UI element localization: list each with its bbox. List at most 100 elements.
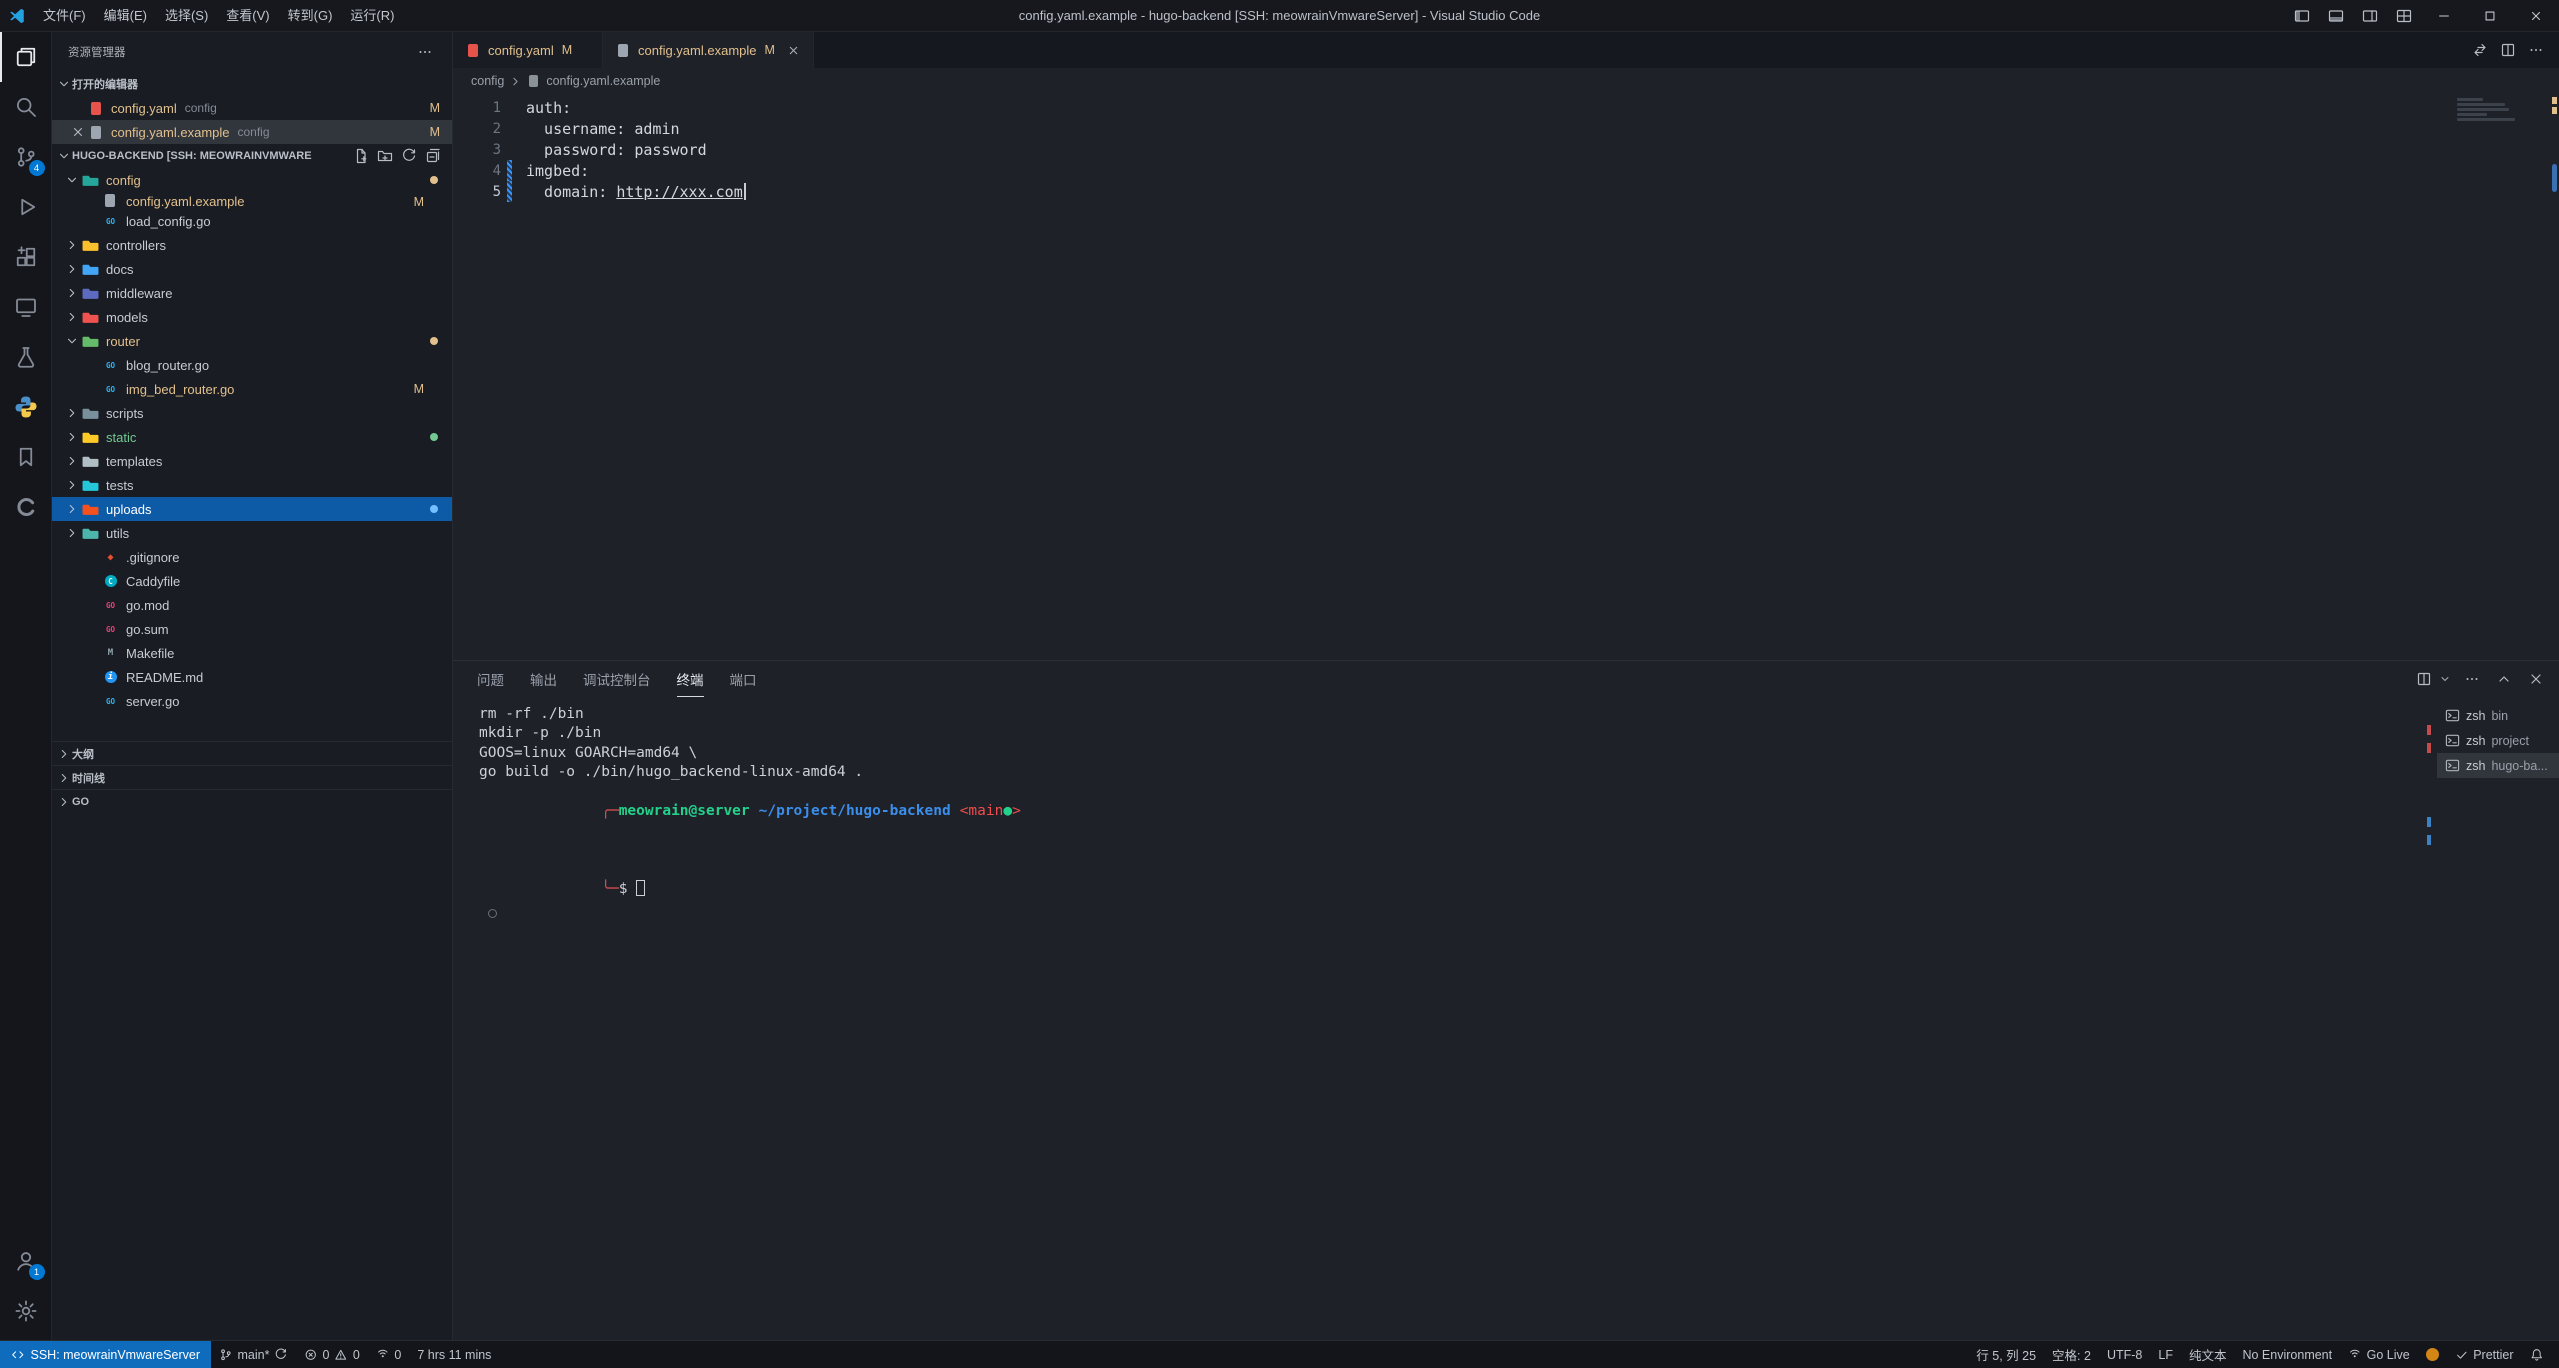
breadcrumb-file[interactable]: config.yaml.example bbox=[546, 74, 660, 88]
terminal-list-item[interactable]: zshbin bbox=[2437, 703, 2559, 728]
tree-item-static[interactable]: static bbox=[52, 425, 452, 449]
minimap[interactable] bbox=[2453, 96, 2545, 123]
wakatime-status[interactable]: 7 hrs 11 mins bbox=[409, 1341, 499, 1368]
minimize-button[interactable] bbox=[2421, 0, 2467, 31]
git-branch-status[interactable]: main* bbox=[211, 1341, 296, 1368]
eol-status[interactable]: LF bbox=[2150, 1341, 2181, 1368]
run-and-debug-icon[interactable] bbox=[0, 182, 52, 232]
terminal-input-line[interactable]: ╰─$ bbox=[479, 841, 2423, 919]
ports-status[interactable]: 0 bbox=[368, 1341, 409, 1368]
tree-item-uploads[interactable]: uploads bbox=[52, 497, 452, 521]
tree-item-caddyfile[interactable]: C Caddyfile bbox=[52, 569, 452, 593]
tree-item-config-yaml-example[interactable]: config.yaml.example M bbox=[52, 192, 452, 209]
source-control-icon[interactable]: 4 bbox=[0, 132, 52, 182]
menu-file[interactable]: 文件(F) bbox=[34, 0, 95, 32]
tab-output[interactable]: 输出 bbox=[530, 661, 557, 697]
language-mode-status[interactable]: 纯文本 bbox=[2181, 1341, 2235, 1368]
tree-item-load-config-go[interactable]: GO load_config.go bbox=[52, 209, 452, 233]
new-folder-icon[interactable] bbox=[374, 145, 396, 167]
menu-view[interactable]: 查看(V) bbox=[217, 0, 278, 32]
menu-goto[interactable]: 转到(G) bbox=[279, 0, 342, 32]
close-panel-icon[interactable] bbox=[2525, 668, 2547, 690]
toggle-panel-icon[interactable] bbox=[2319, 0, 2353, 31]
panel-more-actions-icon[interactable] bbox=[2461, 668, 2483, 690]
terminal-list-item[interactable]: zshhugo-ba... bbox=[2437, 753, 2559, 778]
toggle-primary-sidebar-icon[interactable] bbox=[2285, 0, 2319, 31]
menu-run[interactable]: 运行(R) bbox=[341, 0, 403, 32]
explorer-more-actions-icon[interactable] bbox=[414, 41, 436, 63]
environment-status[interactable]: No Environment bbox=[2234, 1341, 2340, 1368]
remote-indicator[interactable]: SSH: meowrainVmwareServer bbox=[0, 1341, 211, 1368]
go-live-status[interactable]: Go Live bbox=[2340, 1341, 2418, 1368]
tree-item-blog-router-go[interactable]: GO blog_router.go bbox=[52, 353, 452, 377]
menu-edit[interactable]: 编辑(E) bbox=[95, 0, 156, 32]
tab-config-yaml-example[interactable]: config.yaml.example M bbox=[603, 32, 814, 68]
open-changes-icon[interactable] bbox=[2469, 39, 2491, 61]
collapse-all-icon[interactable] bbox=[422, 145, 444, 167]
extensions-icon[interactable] bbox=[0, 232, 52, 282]
c-ring-icon[interactable] bbox=[0, 482, 52, 532]
tree-item-models[interactable]: models bbox=[52, 305, 452, 329]
close-icon[interactable] bbox=[785, 41, 803, 59]
prettier-status[interactable]: Prettier bbox=[2447, 1341, 2522, 1368]
extension-status-icon[interactable] bbox=[2418, 1341, 2447, 1368]
tree-item-controllers[interactable]: controllers bbox=[52, 233, 452, 257]
split-editor-icon[interactable] bbox=[2497, 39, 2519, 61]
tree-item-makefile[interactable]: M Makefile bbox=[52, 641, 452, 665]
tree-item-config[interactable]: config bbox=[52, 168, 452, 192]
tree-item-gitignore[interactable]: ◆ .gitignore bbox=[52, 545, 452, 569]
url-link[interactable]: http://xxx.com bbox=[616, 183, 742, 201]
open-editors-header[interactable]: 打开的编辑器 bbox=[52, 72, 452, 96]
more-actions-icon[interactable] bbox=[2525, 39, 2547, 61]
timeline-section-header[interactable]: 时间线 bbox=[52, 765, 452, 789]
settings-gear-icon[interactable] bbox=[0, 1286, 52, 1336]
open-editor-item[interactable]: config.yaml.example config M bbox=[52, 120, 452, 144]
tab-config-yaml[interactable]: config.yaml M bbox=[453, 32, 603, 68]
terminal-output[interactable]: rm -rf ./bin mkdir -p ./bin GOOS=linux G… bbox=[453, 697, 2423, 1340]
tree-item-templates[interactable]: templates bbox=[52, 449, 452, 473]
tree-item-router[interactable]: router bbox=[52, 329, 452, 353]
workspace-section-header[interactable]: HUGO-BACKEND [SSH: MEOWRAINVMWARE... bbox=[52, 144, 452, 168]
toggle-secondary-sidebar-icon[interactable] bbox=[2353, 0, 2387, 31]
cursor-position-status[interactable]: 行 5, 列 25 bbox=[1968, 1341, 2044, 1368]
split-terminal-icon[interactable] bbox=[2413, 668, 2435, 690]
tree-item-go-sum[interactable]: GO go.sum bbox=[52, 617, 452, 641]
refresh-icon[interactable] bbox=[398, 145, 420, 167]
customize-layout-icon[interactable] bbox=[2387, 0, 2421, 31]
maximize-panel-icon[interactable] bbox=[2493, 668, 2515, 690]
scrollbar-thumb[interactable] bbox=[2552, 164, 2557, 192]
chevron-down-icon[interactable] bbox=[2439, 673, 2451, 685]
tree-item-readme[interactable]: i README.md bbox=[52, 665, 452, 689]
breadcrumb-folder[interactable]: config bbox=[471, 74, 504, 88]
testing-icon[interactable] bbox=[0, 332, 52, 382]
tree-item-scripts[interactable]: scripts bbox=[52, 401, 452, 425]
outline-section-header[interactable]: 大纲 bbox=[52, 741, 452, 765]
remote-explorer-icon[interactable] bbox=[0, 282, 52, 332]
tree-item-middleware[interactable]: middleware bbox=[52, 281, 452, 305]
menu-selection[interactable]: 选择(S) bbox=[156, 0, 217, 32]
new-file-icon[interactable] bbox=[350, 145, 372, 167]
tree-item-docs[interactable]: docs bbox=[52, 257, 452, 281]
search-icon[interactable] bbox=[0, 82, 52, 132]
problems-status[interactable]: 0 0 bbox=[296, 1341, 368, 1368]
tree-item-server-go[interactable]: GO server.go bbox=[52, 689, 452, 713]
explorer-icon[interactable] bbox=[0, 32, 52, 82]
go-section-header[interactable]: GO bbox=[52, 789, 452, 813]
tree-item-utils[interactable]: utils bbox=[52, 521, 452, 545]
tab-ports[interactable]: 端口 bbox=[730, 661, 757, 697]
tab-debug-console[interactable]: 调试控制台 bbox=[583, 661, 651, 697]
python-icon[interactable] bbox=[0, 382, 52, 432]
tree-item-tests[interactable]: tests bbox=[52, 473, 452, 497]
open-editor-item[interactable]: config.yaml config M bbox=[52, 96, 452, 120]
tree-item-img-bed-router-go[interactable]: GO img_bed_router.go M bbox=[52, 377, 452, 401]
accounts-icon[interactable]: 1 bbox=[0, 1236, 52, 1286]
encoding-status[interactable]: UTF-8 bbox=[2099, 1341, 2150, 1368]
terminal-list-item[interactable]: zshproject bbox=[2437, 728, 2559, 753]
tab-problems[interactable]: 问题 bbox=[477, 661, 504, 697]
indentation-status[interactable]: 空格: 2 bbox=[2044, 1341, 2099, 1368]
notifications-bell-icon[interactable] bbox=[2522, 1341, 2552, 1368]
maximize-button[interactable] bbox=[2467, 0, 2513, 31]
code-editor[interactable]: 1auth: 2 username: admin 3 password: pas… bbox=[453, 94, 2559, 660]
tab-terminal[interactable]: 终端 bbox=[677, 661, 704, 697]
close-window-button[interactable] bbox=[2513, 0, 2559, 31]
